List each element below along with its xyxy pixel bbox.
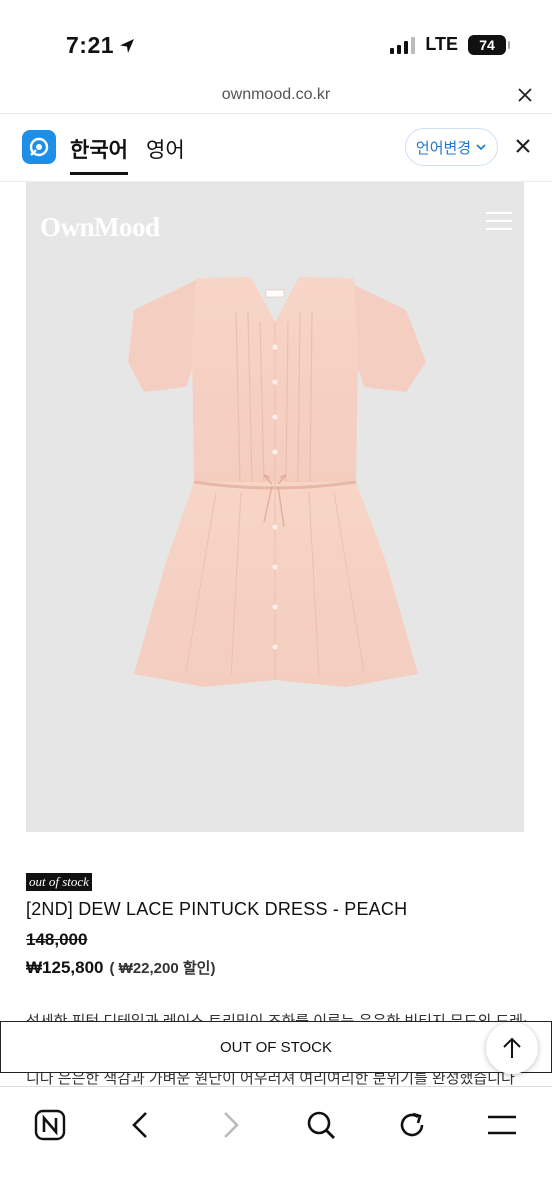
scroll-to-top-button[interactable] (486, 1022, 538, 1074)
forward-icon[interactable] (211, 1105, 251, 1145)
dress-image (128, 277, 426, 687)
battery-level: 74 (479, 36, 495, 53)
status-time: 7:21 (66, 32, 136, 59)
location-arrow-icon (120, 38, 135, 53)
out-of-stock-badge: out of stock (26, 873, 92, 891)
translate-close-icon[interactable] (516, 136, 530, 159)
out-of-stock-button[interactable]: OUT OF STOCK (0, 1021, 552, 1073)
naver-home-icon[interactable] (30, 1105, 70, 1145)
refresh-icon[interactable] (392, 1105, 432, 1145)
tab-english[interactable]: 영어 (146, 134, 185, 164)
menu-icon[interactable] (482, 1105, 522, 1145)
tab-korean[interactable]: 한국어 (70, 134, 128, 175)
translate-app-icon (22, 130, 56, 164)
discount-amount: ( ₩22,200 할인) (109, 960, 216, 977)
browser-toolbar (0, 1086, 552, 1200)
network-label: LTE (425, 34, 458, 54)
change-language-label: 언어변경 (415, 139, 472, 157)
translate-bar: 한국어 영어 언어변경 (0, 114, 552, 182)
signal-icon (390, 36, 416, 54)
search-icon[interactable] (301, 1105, 341, 1145)
status-bar: 7:21 LTE 74 (0, 0, 552, 80)
back-icon[interactable] (120, 1105, 160, 1145)
url-bar[interactable]: ownmood.co.kr (0, 80, 552, 114)
out-of-stock-label: OUT OF STOCK (220, 1038, 332, 1056)
change-language-button[interactable]: 언어변경 (405, 128, 498, 166)
brand-logo[interactable]: OwnMood (40, 212, 160, 243)
price-row: ₩125,800 ( ₩22,200 할인) (26, 957, 215, 978)
close-icon[interactable] (518, 85, 532, 108)
arrow-up-icon (503, 1037, 521, 1058)
menu-icon[interactable] (486, 212, 512, 236)
status-time-text: 7:21 (66, 32, 115, 58)
original-price: 148,000 (26, 930, 88, 949)
url-text[interactable]: ownmood.co.kr (0, 86, 552, 104)
product-image: OwnMood (26, 182, 524, 832)
battery-icon: 74 (468, 34, 510, 55)
chevron-down-icon (476, 144, 486, 151)
sale-price: ₩125,800 (26, 958, 104, 977)
status-indicators: LTE 74 (390, 34, 510, 55)
product-title: [2ND] DEW LACE PINTUCK DRESS - PEACH (26, 899, 408, 919)
